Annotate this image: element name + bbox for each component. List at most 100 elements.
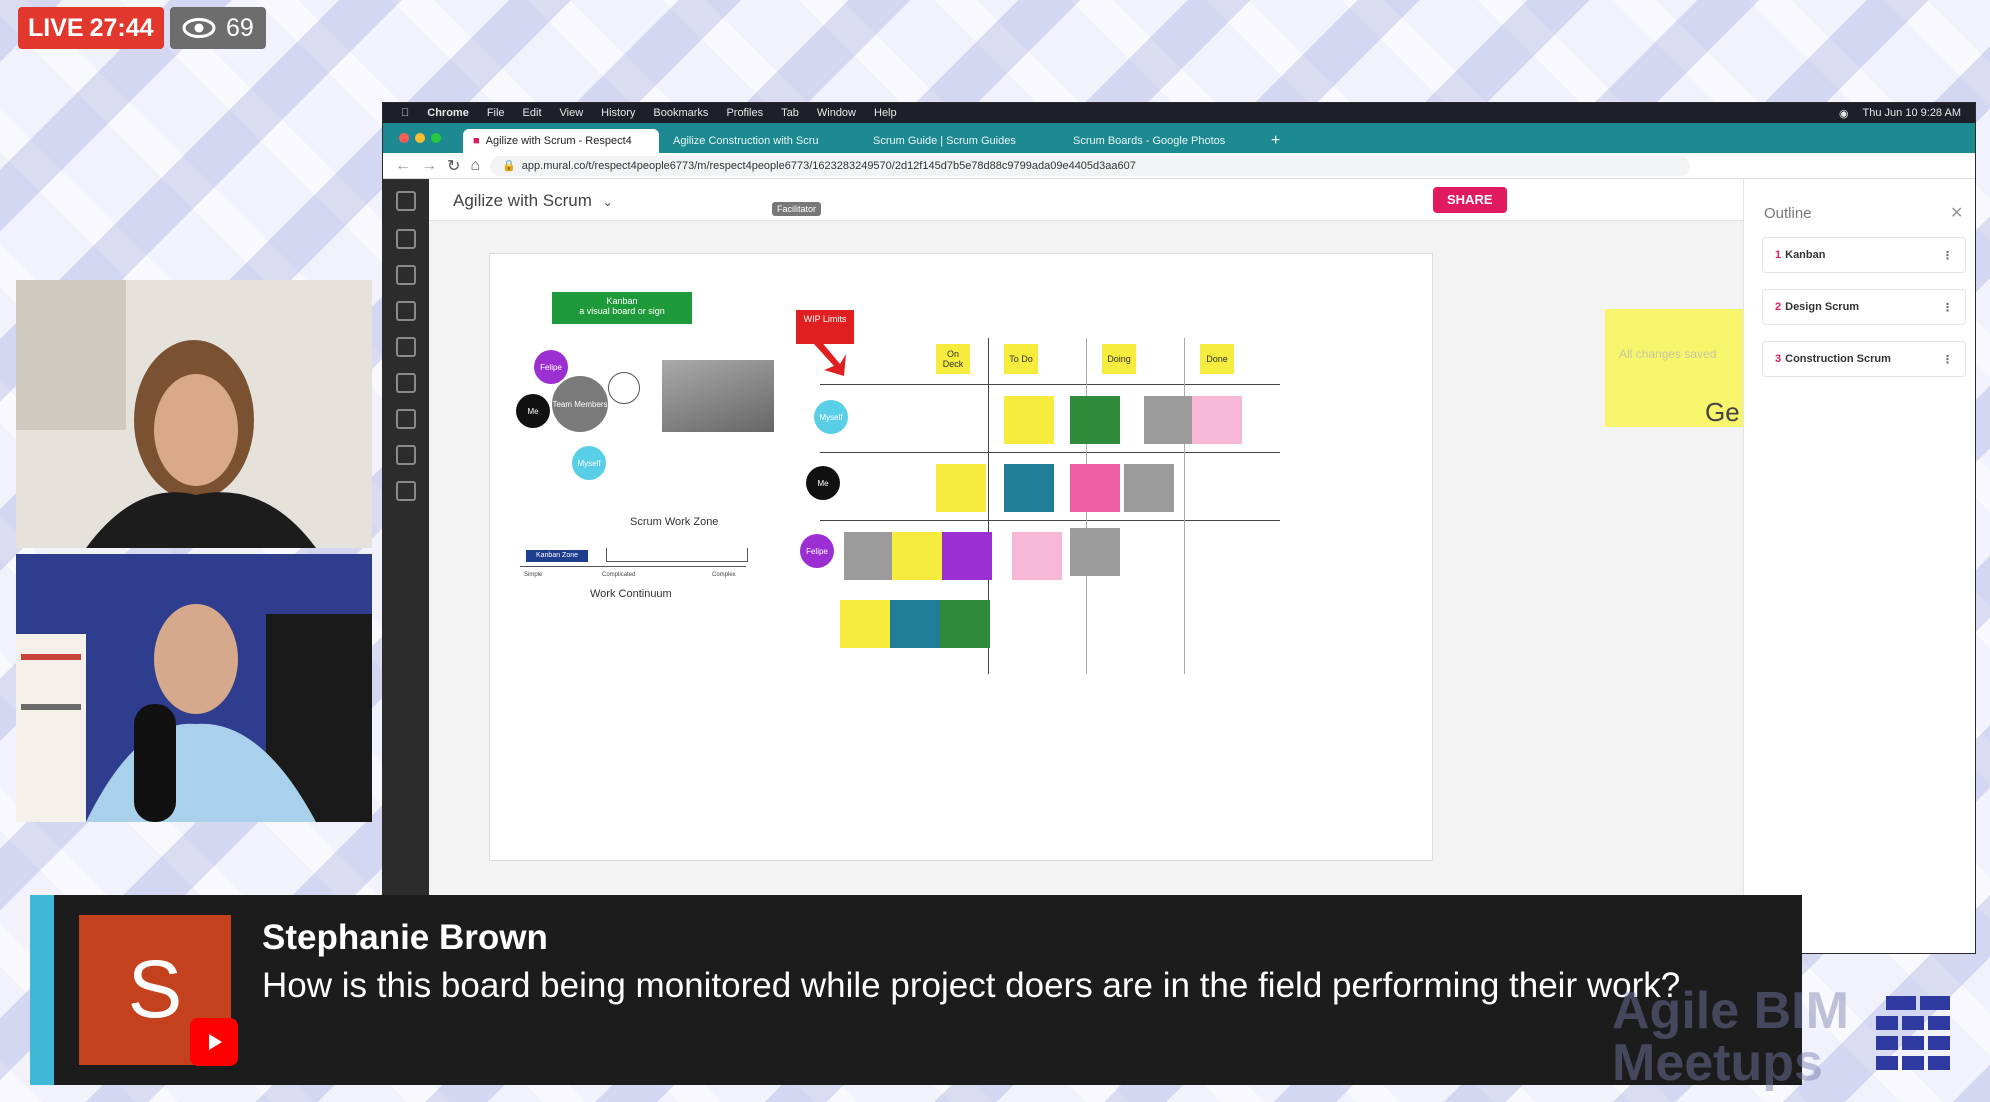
outline-title: Outline (1764, 205, 1812, 222)
sticky-note[interactable] (1192, 396, 1242, 444)
minimize-window-icon[interactable] (415, 133, 425, 143)
column-to-do[interactable]: To Do (1004, 344, 1038, 374)
image-icon[interactable] (396, 373, 416, 393)
url-input[interactable]: 🔒 app.mural.co/t/respect4people6773/m/re… (490, 155, 1691, 176)
scrum-zone-bracket (606, 548, 748, 562)
close-window-icon[interactable] (399, 133, 409, 143)
browser-tab-1[interactable]: ■ Agilize with Scrum - Respect4 (463, 129, 659, 153)
pen-icon[interactable] (396, 481, 416, 501)
sticky-note[interactable] (1004, 464, 1054, 512)
sticky-note[interactable] (844, 532, 894, 580)
text-icon[interactable] (396, 265, 416, 285)
menubar-clock[interactable]: Thu Jun 10 9:28 AM (1863, 107, 1961, 120)
sticky-note[interactable] (1070, 396, 1120, 444)
row-me[interactable]: Me (806, 466, 840, 500)
myself-circle[interactable]: Myself (572, 446, 606, 480)
kanban-board-area[interactable]: Kanban a visual board or sign Felipe Me … (489, 253, 1433, 861)
menu-window[interactable]: Window (817, 107, 856, 119)
outline-item-kanban[interactable]: 1 Kanban ⋮ (1762, 237, 1966, 273)
menu-file[interactable]: File (487, 107, 505, 119)
facilitator-badge[interactable]: Facilitator (772, 202, 822, 216)
brand-line-1: Agile BIM (1612, 982, 1849, 1040)
browser-tab-2[interactable]: Agilize Construction with Scru (663, 129, 859, 153)
frameworks-icon[interactable] (396, 337, 416, 357)
chevron-down-icon: ⌄ (602, 195, 613, 209)
sticky-note[interactable] (1070, 464, 1120, 512)
sticky-note[interactable] (1070, 528, 1120, 576)
new-tab-icon[interactable]: + (1263, 129, 1288, 153)
sticky-note-icon[interactable] (396, 229, 416, 249)
column-done[interactable]: Done (1200, 344, 1234, 374)
more-options-icon[interactable]: ⋮ (1942, 249, 1953, 262)
team-members-circle[interactable]: Team Members (552, 376, 608, 432)
tab-title: Scrum Boards - Google Photos (1073, 135, 1226, 147)
reload-icon[interactable]: ↻ (447, 156, 460, 176)
mac-menubar:  Chrome File Edit View History Bookmark… (383, 103, 1975, 123)
wifi-icon[interactable]: ◉ (1839, 107, 1849, 120)
menu-view[interactable]: View (560, 107, 584, 119)
empty-circle[interactable] (608, 372, 640, 404)
menu-bookmarks[interactable]: Bookmarks (653, 107, 708, 119)
kanban-zone-label[interactable]: Kanban Zone (526, 550, 588, 562)
scrum-work-zone-label[interactable]: Scrum Work Zone (630, 516, 718, 528)
star-icon[interactable] (396, 301, 416, 321)
outline-item-label: Construction Scrum (1785, 353, 1891, 365)
sticky-note[interactable] (1144, 396, 1194, 444)
menu-tab[interactable]: Tab (781, 107, 799, 119)
home-icon[interactable]: ⌂ (470, 157, 480, 175)
sticky-note[interactable] (892, 532, 942, 580)
outline-item-number: 3 (1775, 353, 1782, 365)
row-myself[interactable]: Myself (814, 400, 848, 434)
templates-icon[interactable] (396, 445, 416, 465)
url-text: app.mural.co/t/respect4people6773/m/resp… (521, 159, 1136, 172)
menu-history[interactable]: History (601, 107, 635, 119)
sticky-note[interactable] (890, 600, 940, 648)
column-doing[interactable]: Doing (1102, 344, 1136, 374)
library-icon[interactable] (396, 409, 416, 429)
column-on-deck[interactable]: On Deck (936, 344, 970, 374)
outline-item-label: Kanban (1785, 249, 1826, 261)
more-options-icon[interactable]: ⋮ (1942, 301, 1953, 314)
warehouse-photo[interactable] (662, 360, 774, 432)
felipe-circle[interactable]: Felipe (534, 350, 568, 384)
sticky-note[interactable] (942, 532, 992, 580)
work-continuum-label[interactable]: Work Continuum (590, 588, 672, 600)
sticky-note[interactable] (1124, 464, 1174, 512)
more-options-icon[interactable]: ⋮ (1942, 353, 1953, 366)
brand-line-2: Meetups (1612, 1034, 1823, 1092)
apple-icon[interactable]:  (401, 107, 409, 119)
continuum-tick-simple: Simple (524, 572, 543, 578)
menu-chrome[interactable]: Chrome (427, 107, 469, 119)
close-outline-icon[interactable]: ✕ (1950, 203, 1963, 223)
sticky-note[interactable] (1004, 396, 1054, 444)
myself-label: Myself (577, 458, 601, 468)
outline-item-design-scrum[interactable]: 2 Design Scrum ⋮ (1762, 289, 1966, 325)
back-icon[interactable]: ← (395, 157, 411, 175)
share-button[interactable]: SHARE (1433, 187, 1507, 213)
comment-text: How is this board being monitored while … (262, 966, 1681, 1005)
red-arrow-icon[interactable] (810, 338, 860, 378)
forward-icon[interactable]: → (421, 157, 437, 175)
sticky-note[interactable] (936, 464, 986, 512)
felipe-label: Felipe (540, 362, 562, 372)
continuum-tick-complex: Complex (712, 572, 736, 578)
browser-tab-4[interactable]: Scrum Boards - Google Photos (1063, 129, 1259, 153)
row-felipe[interactable]: Felipe (800, 534, 834, 568)
sticky-note[interactable] (940, 600, 990, 648)
outline-item-construction-scrum[interactable]: 3 Construction Scrum ⋮ (1762, 341, 1966, 377)
browser-tab-3[interactable]: Scrum Guide | Scrum Guides (863, 129, 1059, 153)
menu-help[interactable]: Help (874, 107, 897, 119)
me-circle[interactable]: Me (516, 394, 550, 428)
kanban-label[interactable]: Kanban a visual board or sign (552, 292, 692, 324)
sticky-note[interactable] (1012, 532, 1062, 580)
menu-edit[interactable]: Edit (523, 107, 542, 119)
collapse-icon[interactable] (396, 191, 416, 211)
menu-profiles[interactable]: Profiles (726, 107, 763, 119)
board-title-dropdown[interactable]: Agilize with Scrum ⌄ (453, 191, 613, 211)
eye-icon (182, 18, 216, 38)
maximize-window-icon[interactable] (431, 133, 441, 143)
tab-title: Scrum Guide | Scrum Guides (873, 135, 1016, 147)
share-label: SHARE (1447, 192, 1493, 207)
sticky-note[interactable] (840, 600, 890, 648)
continuum-line (520, 566, 746, 567)
